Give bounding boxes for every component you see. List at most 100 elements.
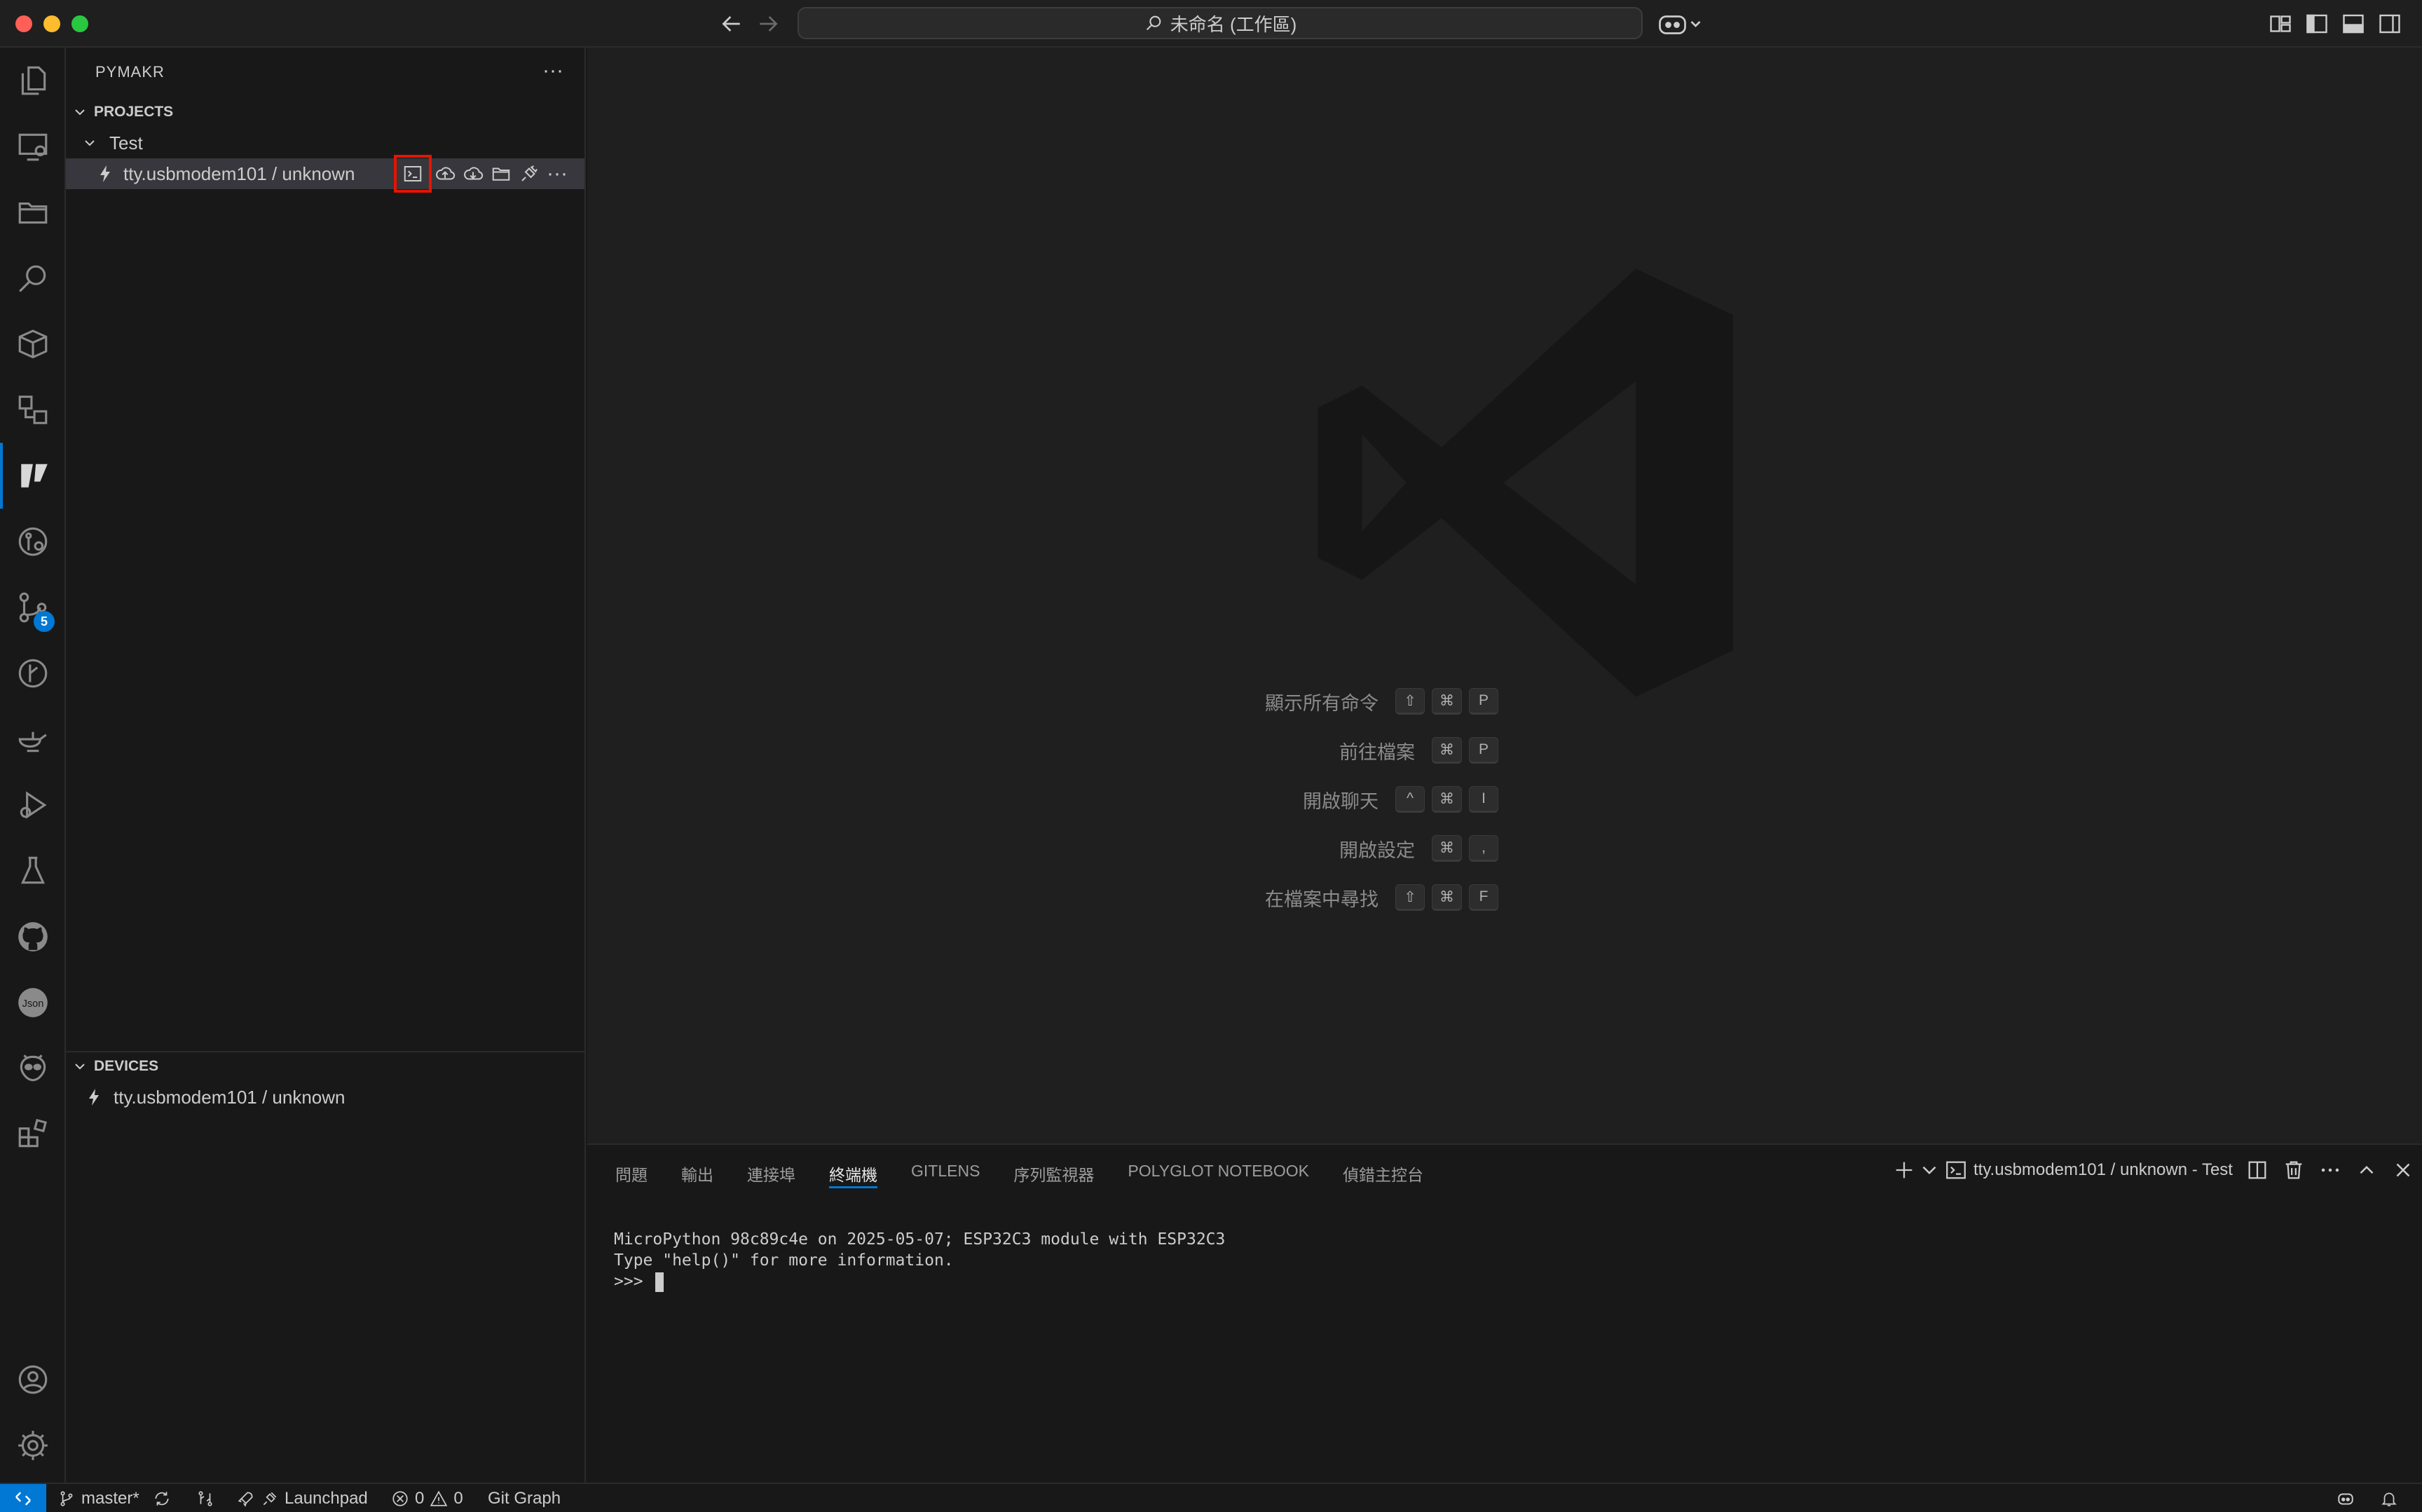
title-bar: 未命名 (工作區) — [0, 0, 2422, 48]
device-tree-item[interactable]: tty.usbmodem101 / unknown — [66, 1082, 584, 1113]
project-name-label: Test — [109, 132, 143, 153]
search-icon — [1146, 15, 1161, 31]
editor-area: 顯示所有命令 ⇧ ⌘ P 前往檔案 ⌘ P 開啟聊天 ^ ⌘ I 開啟設定 ⌘, 在檔案中… — [587, 48, 2422, 1143]
split-terminal-icon[interactable] — [2245, 1158, 2269, 1182]
workspace-title: 未命名 (工作區) — [1170, 13, 1297, 35]
terminal-prompt: >>> — [614, 1272, 653, 1291]
open-device-files-button[interactable] — [489, 162, 513, 186]
run-debug-icon[interactable] — [0, 772, 66, 838]
tab-debug-console[interactable]: 偵錯主控台 — [1343, 1157, 1423, 1188]
folders-icon[interactable] — [0, 179, 66, 245]
project-tree-item[interactable]: Test — [66, 128, 584, 158]
source-control-badge: 5 — [34, 611, 55, 632]
project-device-tree-item[interactable]: tty.usbmodem101 / unknown ··· — [66, 155, 584, 193]
tab-output[interactable]: 輸出 — [681, 1157, 713, 1188]
back-arrow-icon[interactable] — [718, 10, 746, 38]
status-bar: master* Launchpad 0 0 Git Graph — [0, 1483, 2422, 1512]
more-actions-icon[interactable] — [2318, 1158, 2342, 1182]
copilot-menu-button[interactable] — [1657, 10, 1703, 38]
activity-bar: 5 Json — [0, 48, 66, 1483]
warning-icon — [430, 1490, 448, 1506]
toggle-secondary-sidebar-icon[interactable] — [2377, 11, 2402, 36]
branch-status-item[interactable]: master* — [57, 1484, 139, 1512]
launchpad-status-item[interactable]: Launchpad — [237, 1484, 368, 1512]
close-window-button[interactable] — [15, 15, 32, 32]
search-icon[interactable] — [0, 245, 66, 311]
tab-polyglot-notebook[interactable]: POLYGLOT NOTEBOOK — [1128, 1157, 1309, 1188]
maximize-window-button[interactable] — [71, 15, 88, 32]
git-graph-icon[interactable] — [0, 640, 66, 706]
terminal-icon — [1944, 1158, 1968, 1182]
extensions-tree-icon[interactable] — [0, 377, 66, 443]
chevron-down-icon — [75, 109, 85, 116]
error-count: 0 — [415, 1489, 425, 1508]
git-graph-status-icon-item[interactable] — [196, 1484, 214, 1512]
pymakr-sidebar: PYMAKR ··· PROJECTS Test tty.usbmodem101… — [66, 48, 586, 1483]
copilot-icon — [2338, 1493, 2353, 1505]
sidebar-more-actions-button[interactable]: ··· — [542, 60, 563, 81]
projects-header-label: PROJECTS — [94, 104, 174, 120]
remote-indicator-button[interactable] — [0, 1484, 46, 1512]
panel-tabs: 問題 輸出 連接埠 終端機 GITLENS 序列監視器 POLYGLOT NOT… — [615, 1157, 1423, 1188]
warning-count: 0 — [453, 1489, 463, 1508]
command-center-search[interactable]: 未命名 (工作區) — [798, 7, 1643, 39]
download-cloud-button[interactable] — [461, 162, 485, 186]
extensions-icon[interactable] — [0, 1101, 66, 1167]
tab-ports[interactable]: 連接埠 — [747, 1157, 795, 1188]
source-control-icon[interactable]: 5 — [0, 575, 66, 640]
svg-text:Json: Json — [22, 998, 44, 1010]
packages-icon[interactable] — [0, 311, 66, 377]
platformio-alien-icon[interactable] — [0, 1036, 66, 1101]
customize-layout-icon[interactable] — [2268, 11, 2293, 36]
remote-explorer-icon[interactable] — [0, 114, 66, 179]
notifications-status-item[interactable] — [2380, 1484, 2398, 1512]
sync-status-item[interactable] — [153, 1484, 171, 1512]
device-row-actions: ··· — [394, 155, 569, 193]
tab-gitlens[interactable]: GITLENS — [911, 1157, 980, 1188]
git-lens-icon[interactable] — [0, 509, 66, 575]
copilot-status-item[interactable] — [2337, 1484, 2355, 1512]
tab-serial-monitor[interactable]: 序列監視器 — [1013, 1157, 1094, 1188]
tab-problems[interactable]: 問題 — [615, 1157, 648, 1188]
git-graph-status-item[interactable]: Git Graph — [488, 1484, 561, 1512]
folder-icon — [492, 167, 510, 181]
devices-header-label: DEVICES — [94, 1058, 159, 1074]
trash-icon[interactable] — [2282, 1158, 2306, 1182]
minimize-window-button[interactable] — [43, 15, 60, 32]
close-panel-icon[interactable] — [2391, 1158, 2415, 1182]
github-icon[interactable] — [0, 904, 66, 970]
rocket-icon — [238, 1492, 253, 1507]
explorer-icon[interactable] — [0, 48, 66, 114]
devices-section-header[interactable]: DEVICES — [71, 1052, 583, 1080]
tab-terminal[interactable]: 終端機 — [829, 1157, 877, 1188]
maximize-panel-chevron-up-icon[interactable] — [2355, 1158, 2379, 1182]
chevron-down-icon[interactable] — [1917, 1158, 1936, 1182]
bell-icon — [2381, 1492, 2397, 1506]
terminal-output[interactable]: MicroPython 98c89c4e on 2025-05-07; ESP3… — [614, 1229, 1225, 1292]
branch-name: master* — [81, 1489, 139, 1508]
device-more-actions-button[interactable]: ··· — [545, 162, 569, 186]
cloud-download-icon — [464, 167, 484, 180]
toggle-primary-sidebar-icon[interactable] — [2304, 11, 2329, 36]
upload-cloud-button[interactable] — [433, 162, 457, 186]
accounts-icon[interactable] — [0, 1347, 66, 1413]
disconnect-device-button[interactable] — [517, 162, 541, 186]
sync-icon — [155, 1492, 169, 1506]
terminal-instance-name[interactable]: tty.usbmodem101 / unknown - Test — [1973, 1160, 2233, 1180]
device-row-label: tty.usbmodem101 / unknown — [123, 163, 355, 184]
new-terminal-plus-icon[interactable] — [1892, 1158, 1916, 1182]
shortcut-row-show-commands: 顯示所有命令 ⇧ ⌘ P — [587, 685, 1498, 717]
json-icon[interactable]: Json — [0, 970, 66, 1036]
testing-flask-icon[interactable] — [0, 838, 66, 904]
problems-status-item[interactable]: 0 0 — [391, 1484, 463, 1512]
cloud-upload-icon — [436, 167, 456, 180]
shortcut-row-open-chat: 開啟聊天 ^ ⌘ I — [587, 783, 1498, 816]
forward-arrow-icon[interactable] — [754, 10, 782, 38]
settings-gear-icon[interactable] — [0, 1413, 66, 1478]
genie-lamp-icon[interactable] — [0, 706, 66, 772]
pymakr-icon[interactable] — [0, 443, 66, 509]
toggle-panel-icon[interactable] — [2341, 11, 2366, 36]
open-terminal-button[interactable] — [394, 155, 432, 193]
projects-section-header[interactable]: PROJECTS — [71, 98, 583, 126]
git-graph-label: Git Graph — [488, 1489, 561, 1508]
